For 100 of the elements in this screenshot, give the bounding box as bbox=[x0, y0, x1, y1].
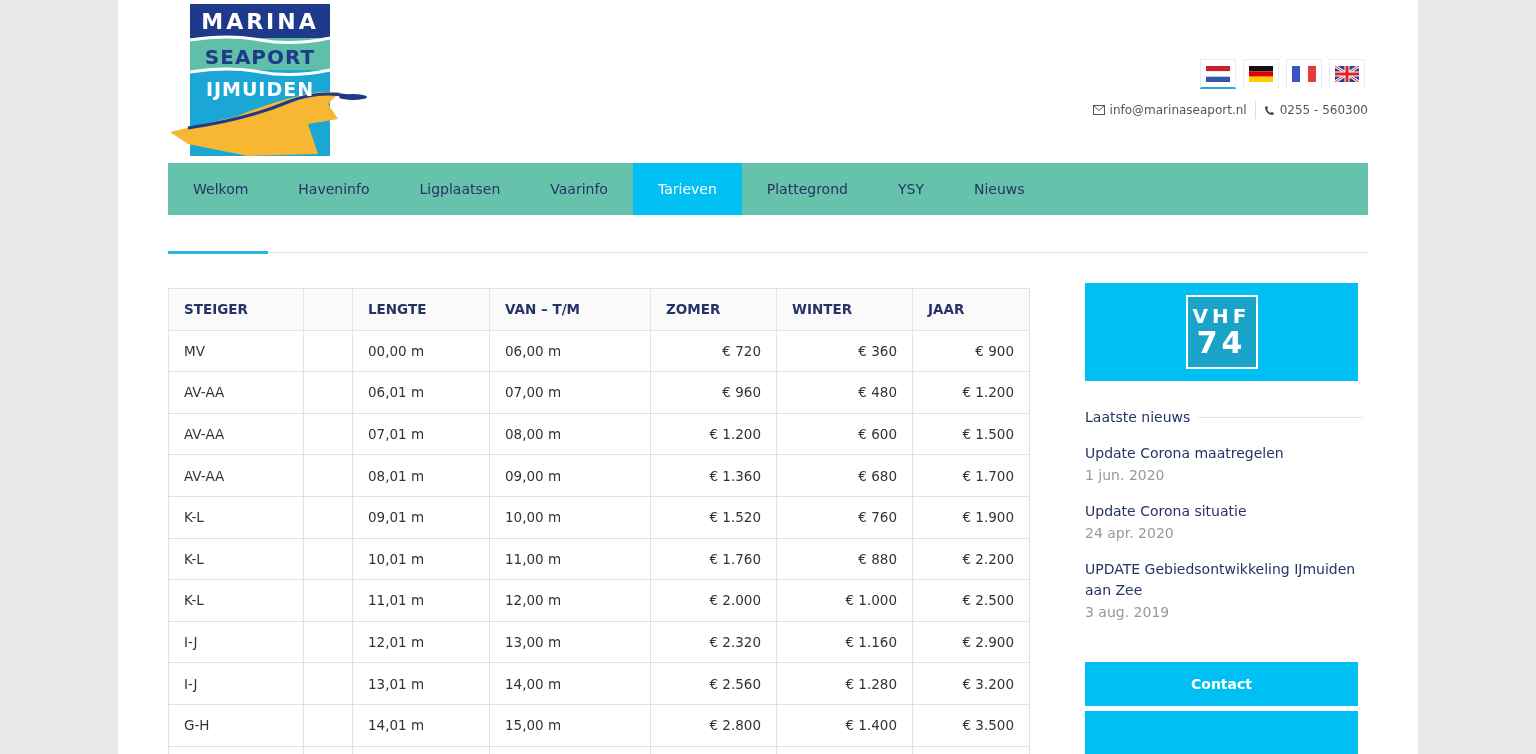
table-cell: 14,00 m bbox=[489, 662, 651, 705]
table-cell: € 1.360 bbox=[650, 454, 777, 497]
vhf-banner[interactable]: VHF 74 bbox=[1085, 283, 1358, 381]
table-cell: 15,00 m bbox=[489, 704, 651, 747]
column-header: JAAR bbox=[912, 288, 1030, 331]
table-cell: I-J bbox=[168, 662, 304, 705]
news-link[interactable]: UPDATE Gebiedsontwikkeling IJmuiden aan Zee bbox=[1085, 559, 1363, 601]
table-cell: 10,00 m bbox=[489, 496, 651, 539]
nav-tab[interactable]: Welkom bbox=[168, 163, 274, 215]
table-cell: 07,00 m bbox=[489, 371, 651, 414]
table-cell: AV-AA bbox=[168, 454, 304, 497]
language-button[interactable] bbox=[1200, 59, 1236, 89]
table-cell: 10,01 m bbox=[352, 538, 490, 580]
column-header: WINTER bbox=[776, 288, 913, 331]
table-cell: € 2.320 bbox=[650, 621, 777, 663]
table-cell: € 2.000 bbox=[650, 579, 777, 622]
table-cell: 08,01 m bbox=[352, 454, 490, 497]
news-date: 1 jun. 2020 bbox=[1085, 467, 1166, 483]
nav-tab[interactable]: Nieuws bbox=[948, 163, 1050, 215]
table-cell: € 1.200 bbox=[650, 413, 777, 455]
flag-icon bbox=[1249, 65, 1273, 82]
table-cell bbox=[303, 496, 353, 539]
table-cell: € 1.700 bbox=[912, 454, 1030, 497]
language-button[interactable] bbox=[1329, 59, 1365, 89]
table-cell: € 600 bbox=[776, 413, 913, 455]
table-cell: € 1.760 bbox=[650, 538, 777, 580]
column-header bbox=[303, 288, 353, 331]
table-cell: 12,01 m bbox=[352, 621, 490, 663]
table-cell: 12,00 m bbox=[489, 579, 651, 622]
table-cell: 13,00 m bbox=[489, 621, 651, 663]
table-cell bbox=[303, 579, 353, 622]
table-cell: 09,01 m bbox=[352, 496, 490, 539]
language-button[interactable] bbox=[1286, 59, 1322, 89]
nav-tab[interactable]: YSY bbox=[872, 163, 949, 215]
table-cell: 13,01 m bbox=[352, 662, 490, 705]
table-cell: € 720 bbox=[650, 330, 777, 372]
table-cell: € 3.200 bbox=[912, 662, 1030, 705]
nav-tab[interactable]: Haveninfo bbox=[273, 163, 395, 215]
table-cell bbox=[303, 330, 353, 372]
table-cell: € 1.280 bbox=[776, 662, 913, 705]
table-cell: € 3.500 bbox=[912, 704, 1030, 747]
table-cell: K-L bbox=[168, 579, 304, 622]
email-link[interactable]: info@marinaseaport.nl bbox=[1109, 103, 1247, 117]
table-cell: MV bbox=[168, 330, 304, 372]
table-cell: € 1.400 bbox=[776, 704, 913, 747]
table-cell: 08,00 m bbox=[489, 413, 651, 455]
table-cell: 11,00 m bbox=[489, 538, 651, 580]
table-cell bbox=[303, 413, 353, 455]
table-cell: K-L bbox=[168, 496, 304, 539]
nav-tab[interactable]: Ligplaatsen bbox=[394, 163, 526, 215]
table-cell: € 900 bbox=[912, 330, 1030, 372]
table-cell bbox=[303, 704, 353, 747]
table-cell bbox=[303, 371, 353, 414]
table-cell: € 760 bbox=[776, 496, 913, 539]
table-cell: € 2.500 bbox=[912, 579, 1030, 622]
table-cell: K-L bbox=[168, 538, 304, 580]
column-header: LENGTE bbox=[352, 288, 490, 331]
table-cell: € 1.200 bbox=[912, 371, 1030, 414]
table-cell: G-H bbox=[168, 704, 304, 747]
table-cell bbox=[303, 662, 353, 705]
table-cell: € 1.900 bbox=[912, 496, 1030, 539]
table-cell: 11,01 m bbox=[352, 579, 490, 622]
news-date: 3 aug. 2019 bbox=[1085, 604, 1171, 620]
vhf-badge: VHF 74 bbox=[1185, 295, 1258, 369]
table-cell: 06,01 m bbox=[352, 371, 490, 414]
table-cell: € 360 bbox=[776, 330, 913, 372]
flag-icon bbox=[1206, 65, 1230, 82]
phone-icon bbox=[1263, 104, 1275, 116]
table-cell: € 2.560 bbox=[650, 662, 777, 705]
news-link[interactable]: Update Corona situatie bbox=[1085, 501, 1363, 522]
phone-link[interactable]: 0255 - 560300 bbox=[1279, 103, 1368, 117]
table-cell: € 2.800 bbox=[650, 704, 777, 747]
news-date: 24 apr. 2020 bbox=[1085, 525, 1175, 541]
table-cell: 00,00 m bbox=[352, 330, 490, 372]
mail-icon bbox=[1092, 105, 1105, 115]
table-cell: I-J bbox=[168, 621, 304, 663]
table-cell: € 480 bbox=[776, 371, 913, 414]
language-button[interactable] bbox=[1243, 59, 1279, 89]
table-cell: € 960 bbox=[650, 371, 777, 414]
table-cell bbox=[303, 454, 353, 497]
table-cell: 07,01 m bbox=[352, 413, 490, 455]
table-cell: € 1.520 bbox=[650, 496, 777, 539]
section-title: Laatste nieuws bbox=[1085, 409, 1191, 425]
table-cell: € 680 bbox=[776, 454, 913, 497]
nav-tab[interactable]: Plattegrond bbox=[741, 163, 873, 215]
table-cell: AV-AA bbox=[168, 371, 304, 414]
flag-icon bbox=[1335, 65, 1359, 82]
nav-tab[interactable]: Vaarinfo bbox=[525, 163, 633, 215]
table-cell: € 2.200 bbox=[912, 538, 1030, 580]
flag-icon bbox=[1292, 65, 1316, 82]
table-cell: € 1.160 bbox=[776, 621, 913, 663]
logo[interactable]: MARINA SEAPORT IJMUIDEN bbox=[168, 4, 368, 159]
news-link[interactable]: Update Corona maatregelen bbox=[1085, 443, 1363, 464]
column-header: VAN – T/M bbox=[489, 288, 651, 331]
table-cell: 14,01 m bbox=[352, 704, 490, 747]
column-header: ZOMER bbox=[650, 288, 777, 331]
table-cell bbox=[303, 538, 353, 580]
table-cell: € 2.900 bbox=[912, 621, 1030, 663]
column-header: STEIGER bbox=[168, 288, 304, 331]
table-cell: € 880 bbox=[776, 538, 913, 580]
